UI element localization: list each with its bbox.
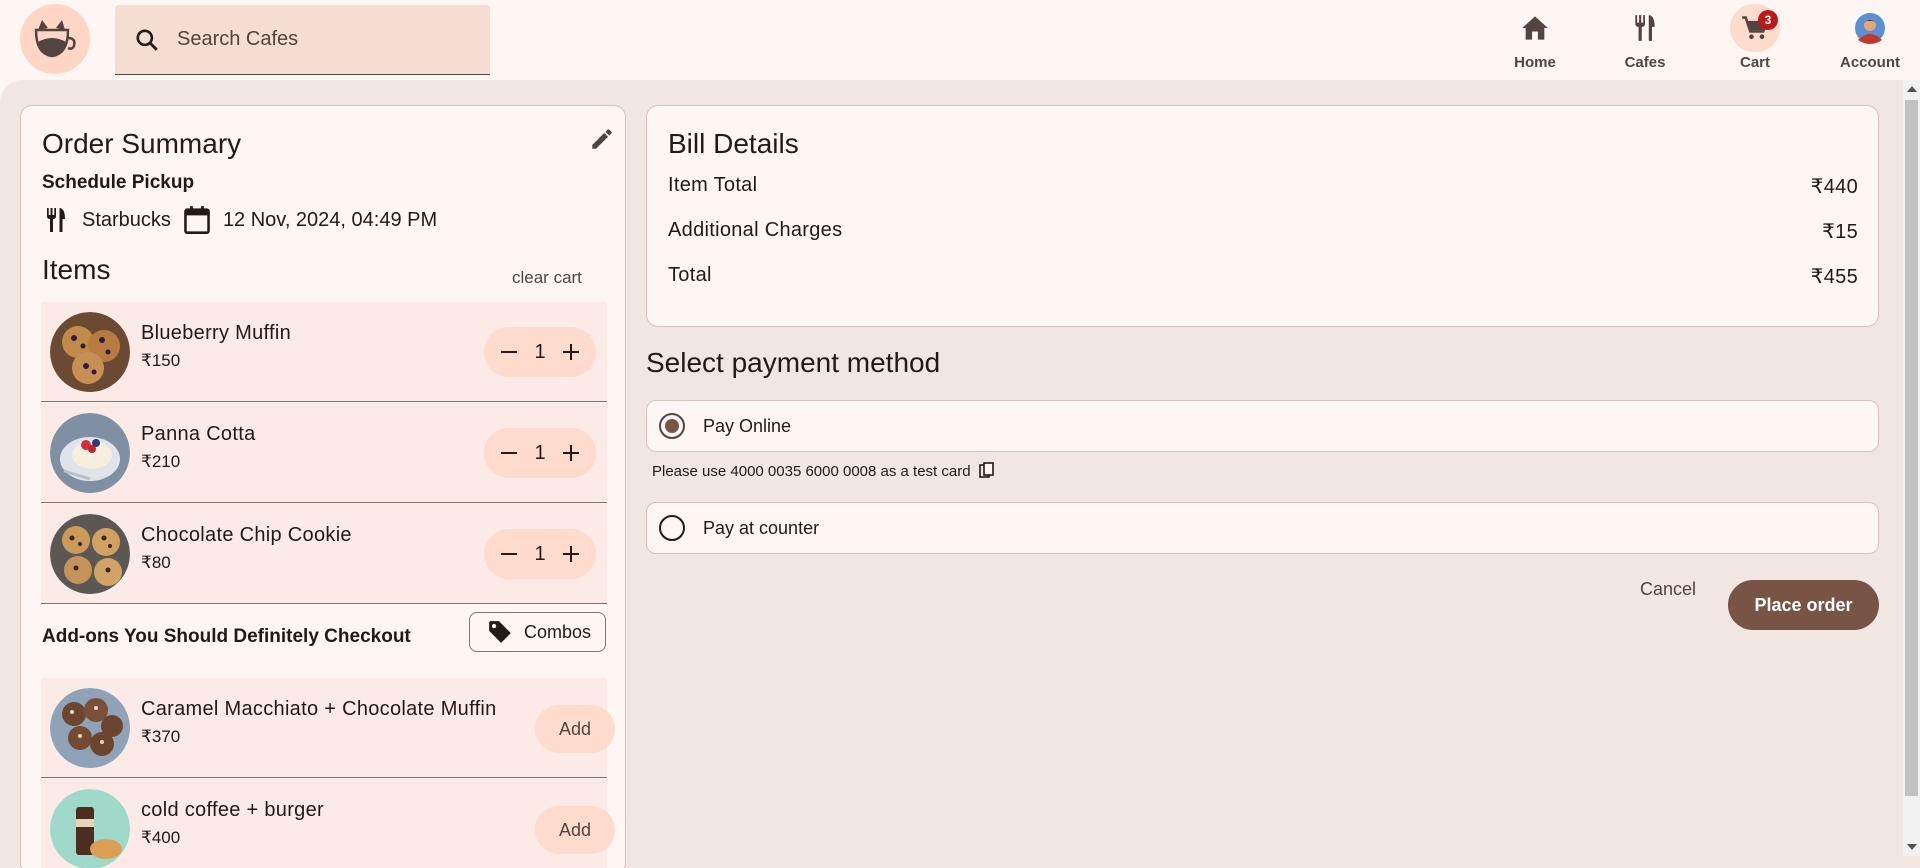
payment-option-label: Pay at counter (703, 517, 820, 538)
nav-home[interactable]: Home (1490, 4, 1580, 76)
place-order-button[interactable]: Place order (1728, 580, 1879, 630)
fork-knife-icon (1620, 4, 1670, 52)
cart-icon: 3 (1730, 4, 1780, 52)
addons-title: Add-ons You Should Definitely Checkout (42, 626, 411, 647)
home-icon (1510, 4, 1560, 52)
cart-badge: 3 (1758, 10, 1778, 30)
quantity-stepper: 1 (484, 327, 596, 377)
bill-row-label: Total (668, 264, 712, 286)
payment-method-title: Select payment method (646, 347, 941, 378)
item-price: ₹80 (141, 553, 171, 572)
pickup-time: 12 Nov, 2024, 04:49 PM (222, 208, 438, 231)
search-bar[interactable] (115, 5, 490, 75)
tag-icon (486, 618, 514, 646)
payment-option-label: Pay Online (703, 415, 792, 436)
nav-home-label: Home (1514, 54, 1556, 71)
item-price: ₹150 (141, 351, 181, 370)
radio-unselected[interactable] (659, 515, 685, 541)
item-name: Panna Cotta (141, 423, 256, 445)
combos-label: Combos (524, 621, 592, 642)
clear-cart-button[interactable]: clear cart (512, 268, 582, 288)
addon-item: cold coffee + burger ₹400 Add (41, 779, 615, 868)
add-addon-button[interactable]: Add (535, 806, 615, 854)
plus-icon[interactable] (556, 539, 586, 569)
cart-item: Blueberry Muffin ₹150 1 (41, 302, 607, 402)
main-content: Order Summary Schedule Pickup Starbucks … (0, 80, 1920, 868)
bill-row-additional-charges: Additional Charges ₹15 (668, 219, 1858, 244)
avatar-icon (1845, 4, 1895, 52)
quantity-value: 1 (534, 340, 546, 363)
addon-price: ₹370 (141, 727, 181, 746)
item-image (50, 312, 130, 392)
copy-icon[interactable] (977, 461, 997, 481)
combos-filter-chip[interactable]: Combos (469, 612, 606, 652)
fork-knife-icon (42, 205, 70, 235)
scrollbar-thumb[interactable] (1905, 100, 1918, 796)
plus-icon[interactable] (556, 438, 586, 468)
test-card-hint-text: Please use 4000 0035 6000 0008 as a test… (652, 462, 971, 480)
addon-item: Caramel Macchiato + Chocolate Muffin ₹37… (41, 678, 615, 778)
test-card-hint: Please use 4000 0035 6000 0008 as a test… (652, 461, 997, 481)
minus-icon[interactable] (494, 438, 524, 468)
bill-row-total: Total ₹455 (668, 264, 1858, 289)
item-image (50, 514, 130, 594)
order-summary-card: Order Summary Schedule Pickup Starbucks … (20, 105, 626, 868)
calendar-icon[interactable] (183, 205, 211, 235)
bill-row-value: ₹440 (1810, 176, 1858, 198)
plus-icon[interactable] (556, 337, 586, 367)
minus-icon[interactable] (494, 539, 524, 569)
cart-item: Panna Cotta ₹210 1 (41, 403, 607, 503)
payment-option-counter[interactable]: Pay at counter (646, 502, 1879, 554)
item-image (50, 413, 130, 493)
quantity-value: 1 (534, 441, 546, 464)
item-name: Blueberry Muffin (141, 322, 292, 344)
addon-name: cold coffee + burger (141, 799, 324, 821)
cafe-name: Starbucks (82, 208, 171, 231)
items-title: Items (42, 254, 111, 285)
addon-image (50, 789, 130, 868)
page-scrollbar[interactable] (1903, 80, 1920, 856)
bill-row-label: Additional Charges (668, 219, 843, 241)
quantity-value: 1 (534, 542, 546, 565)
bill-details-title: Bill Details (668, 128, 799, 159)
nav-cart[interactable]: 3 Cart (1710, 4, 1800, 76)
nav-account-label: Account (1840, 54, 1900, 71)
nav-cafes-label: Cafes (1624, 54, 1666, 71)
app-header: Home Cafes 3 Cart Account (0, 0, 1920, 80)
cat-cup-logo-icon (34, 20, 76, 58)
item-name: Chocolate Chip Cookie (141, 524, 352, 546)
bill-details-card: Bill Details Item Total ₹440 Additional … (646, 105, 1879, 327)
bill-row-item-total: Item Total ₹440 (668, 174, 1858, 199)
nav-cafes[interactable]: Cafes (1600, 4, 1690, 76)
nav-cart-label: Cart (1739, 54, 1770, 71)
schedule-pickup-label: Schedule Pickup (42, 172, 195, 193)
cart-item: Chocolate Chip Cookie ₹80 1 (41, 504, 607, 604)
bill-row-value: ₹15 (1822, 221, 1858, 243)
scroll-down-arrow-icon[interactable] (1907, 844, 1917, 850)
order-summary-title: Order Summary (42, 128, 242, 159)
bill-row-value: ₹455 (1810, 266, 1858, 288)
quantity-stepper: 1 (484, 428, 596, 478)
bill-row-label: Item Total (668, 174, 758, 196)
quantity-stepper: 1 (484, 529, 596, 579)
payment-option-online[interactable]: Pay Online (646, 400, 1879, 452)
pencil-icon[interactable] (587, 124, 617, 154)
item-price: ₹210 (141, 452, 181, 471)
add-addon-button[interactable]: Add (535, 705, 615, 753)
pickup-details: Starbucks 12 Nov, 2024, 04:49 PM (42, 204, 449, 236)
addon-image (50, 688, 130, 768)
nav-account[interactable]: Account (1825, 4, 1915, 76)
app-logo[interactable] (20, 4, 90, 74)
minus-icon[interactable] (494, 337, 524, 367)
scroll-up-arrow-icon[interactable] (1907, 86, 1917, 92)
cancel-button[interactable]: Cancel (1640, 579, 1696, 600)
addon-name: Caramel Macchiato + Chocolate Muffin (141, 698, 497, 720)
radio-selected[interactable] (659, 413, 685, 439)
search-input[interactable] (177, 28, 457, 51)
addon-price: ₹400 (141, 828, 181, 847)
search-icon (131, 24, 163, 56)
